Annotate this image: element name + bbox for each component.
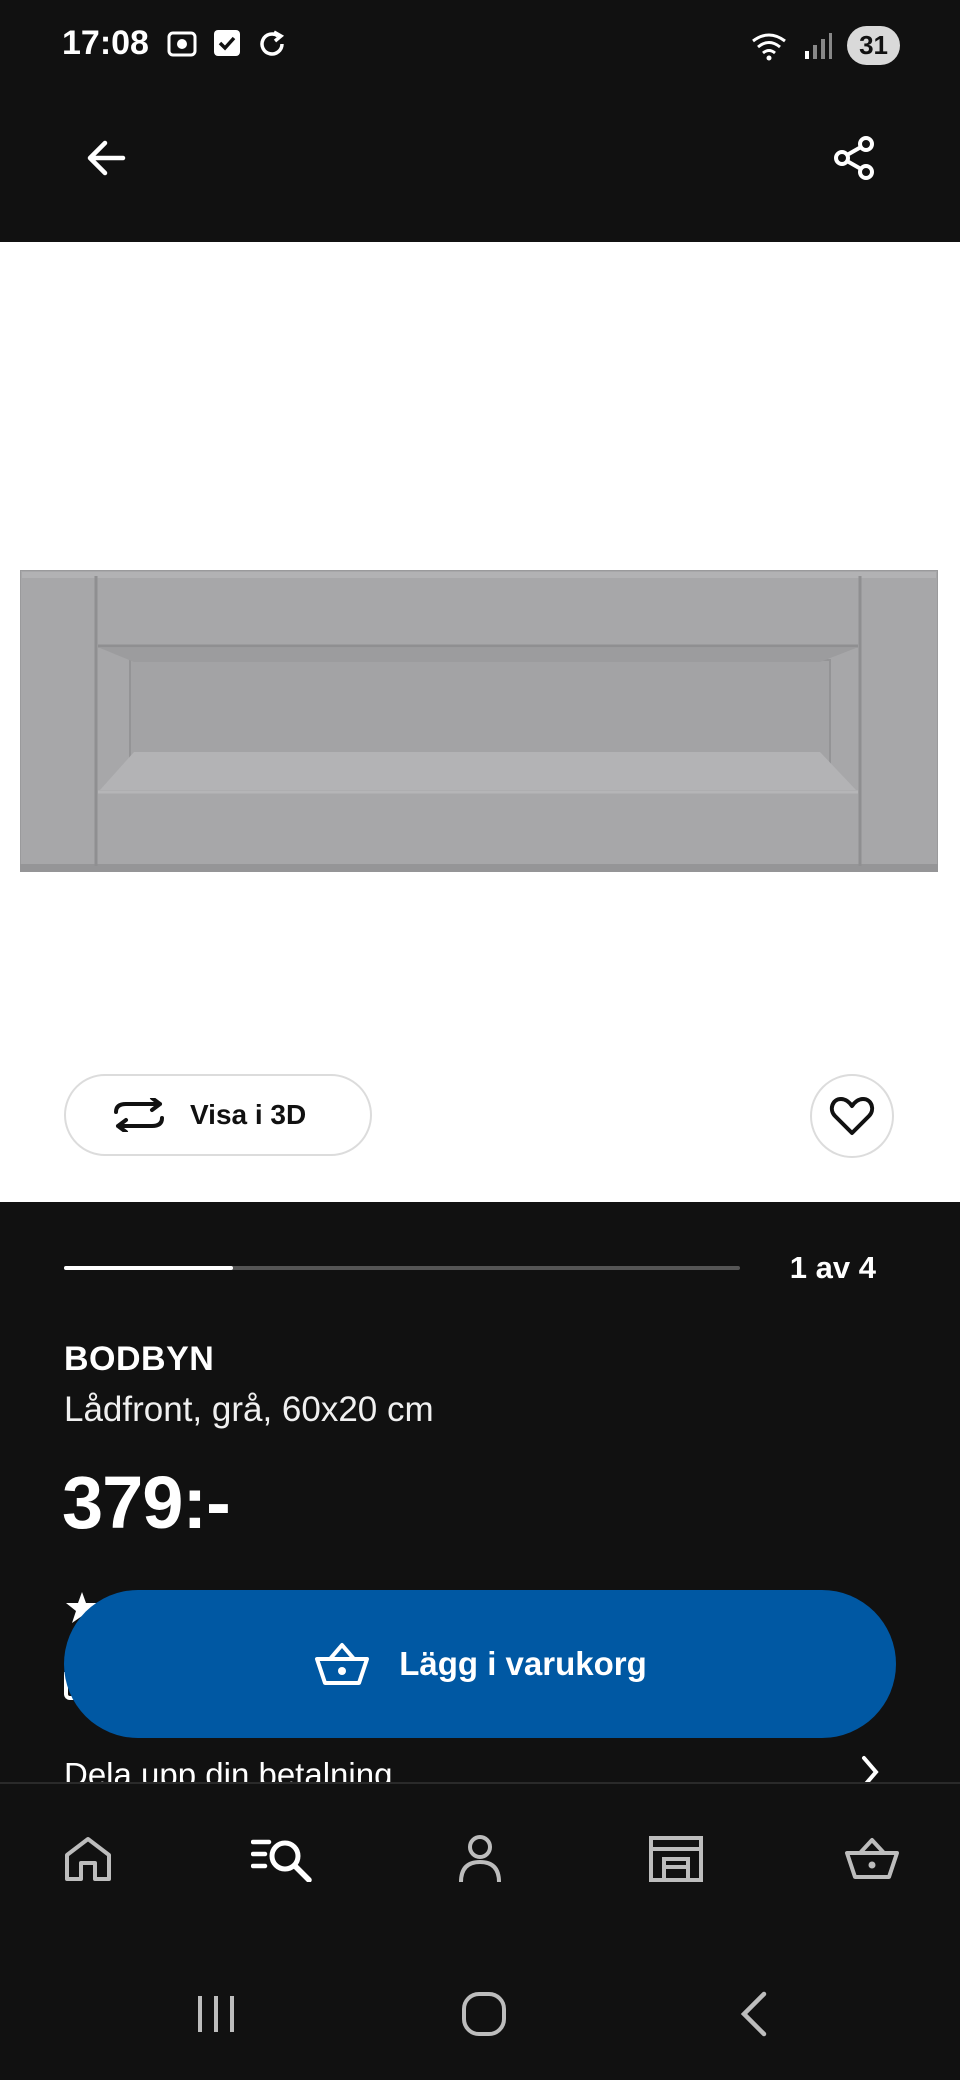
cart-icon — [845, 1838, 899, 1879]
home-icon — [65, 1837, 111, 1881]
installment-row[interactable]: Dela upp din betalning — [0, 1752, 960, 1782]
heart-icon — [829, 1097, 875, 1135]
sync-icon — [260, 30, 285, 56]
status-bar: 17:08 31 — [0, 0, 960, 92]
nav-search[interactable] — [222, 1784, 342, 1934]
battery-indicator: 31 — [847, 26, 900, 65]
chevron-right-icon — [862, 1756, 879, 1782]
share-icon — [834, 136, 874, 180]
recent-apps-icon[interactable] — [194, 1992, 238, 2036]
rotate-3d-icon — [114, 1098, 164, 1132]
nav-profile[interactable] — [420, 1784, 540, 1934]
signal-icon — [805, 32, 833, 59]
status-notification-icons — [166, 28, 288, 60]
arrow-left-icon — [87, 140, 126, 176]
gallery-progress-bar — [64, 1266, 740, 1270]
nav-home[interactable] — [28, 1784, 148, 1934]
product-description: Lådfront, grå, 60x20 cm — [64, 1390, 434, 1429]
nav-store[interactable] — [616, 1784, 736, 1934]
nav-cart[interactable] — [812, 1784, 932, 1934]
product-gallery[interactable]: Visa i 3D — [0, 242, 960, 1202]
back-system-icon[interactable] — [736, 1990, 772, 2038]
wifi-icon — [752, 33, 786, 60]
view-in-3d-label: Visa i 3D — [190, 1099, 307, 1130]
product-price: 379:- — [62, 1461, 231, 1544]
system-navigation-bar — [0, 1932, 960, 2080]
product-image — [20, 570, 938, 872]
screenshot-icon — [167, 31, 197, 57]
back-button[interactable] — [70, 122, 142, 194]
app-bar — [0, 92, 960, 242]
status-time: 17:08 — [62, 24, 149, 62]
share-button[interactable] — [818, 122, 890, 194]
gallery-progress-fill — [64, 1266, 233, 1270]
search-list-icon — [251, 1839, 312, 1882]
profile-icon — [459, 1835, 501, 1883]
basket-icon — [315, 1643, 370, 1685]
installment-label: Dela upp din betalning — [64, 1756, 393, 1782]
add-to-cart-label: Lägg i varukorg — [399, 1645, 647, 1682]
add-to-cart-button[interactable]: Lägg i varukorg — [64, 1590, 896, 1738]
home-system-icon[interactable] — [460, 1990, 508, 2038]
favorite-button[interactable] — [810, 1074, 894, 1158]
status-system-icons: 31 — [749, 26, 900, 65]
bottom-navigation — [0, 1782, 960, 1934]
gallery-pager: 1 av 4 — [789, 1250, 876, 1285]
view-in-3d-button[interactable]: Visa i 3D — [64, 1074, 372, 1156]
checkbox-icon — [214, 30, 240, 56]
store-icon — [649, 1836, 703, 1882]
product-name: BODBYN — [64, 1340, 215, 1378]
